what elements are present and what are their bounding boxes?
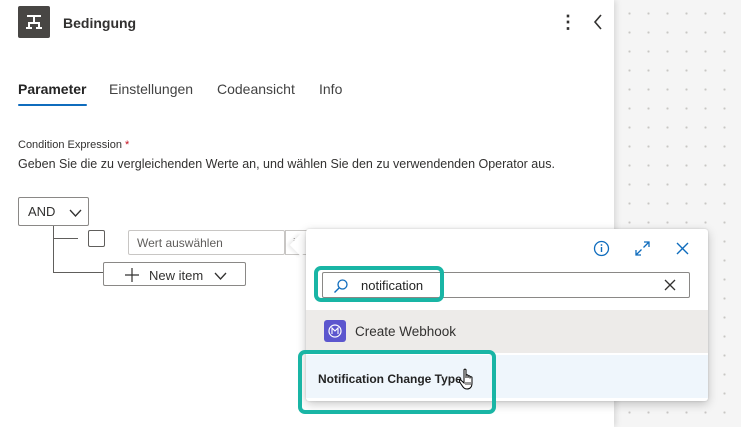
new-item-label: New item [149,268,204,283]
new-item-button[interactable]: New item [103,262,246,286]
condition-description: Geben Sie die zu vergleichenden Werte an… [18,157,555,171]
result-item-create-webhook[interactable]: Create Webhook [306,310,708,353]
collapse-chevron-icon[interactable] [588,11,608,33]
more-options-icon[interactable]: ⋮ [558,11,578,33]
chevron-down-icon [69,206,82,221]
plus-icon [124,267,140,286]
condition-expression-label: Condition Expression * [18,139,129,151]
chevron-down-icon [214,269,227,284]
dynamic-content-popup: notification Create Webhook Notification… [306,229,708,401]
row-checkbox[interactable] [88,230,105,247]
tab-parameter[interactable]: Parameter [18,81,87,109]
tab-einstellungen[interactable]: Einstellungen [109,81,193,109]
search-input[interactable]: notification [322,272,690,298]
result-item-notification-change-type[interactable]: Notification Change Type [306,355,708,398]
expand-icon[interactable] [631,237,653,259]
result-label: Notification Change Type [318,372,462,386]
required-marker: * [124,139,130,151]
panel-header: Bedingung ⋮ [18,6,608,40]
result-label: Create Webhook [355,324,457,339]
tree-connector-vertical [53,226,54,273]
info-icon[interactable] [590,237,612,259]
hand-cursor-icon [458,368,478,397]
condition-icon [18,6,50,38]
search-input-value: notification [361,278,424,293]
tab-info[interactable]: Info [319,81,342,109]
tree-connector-branch [53,238,78,239]
condition-label-text: Condition Expression [18,139,122,151]
group-operator-value: AND [28,204,56,219]
tab-codeansicht[interactable]: Codeansicht [217,81,295,109]
clear-search-icon[interactable] [663,278,677,297]
value-select-input[interactable]: Wert auswählen [128,230,285,255]
search-icon [333,278,349,299]
group-operator-dropdown[interactable]: AND [18,197,89,226]
panel-title: Bedingung [63,15,137,31]
close-icon[interactable] [671,237,693,259]
tree-connector-new-item [53,272,103,273]
webhook-connector-icon [324,320,346,342]
